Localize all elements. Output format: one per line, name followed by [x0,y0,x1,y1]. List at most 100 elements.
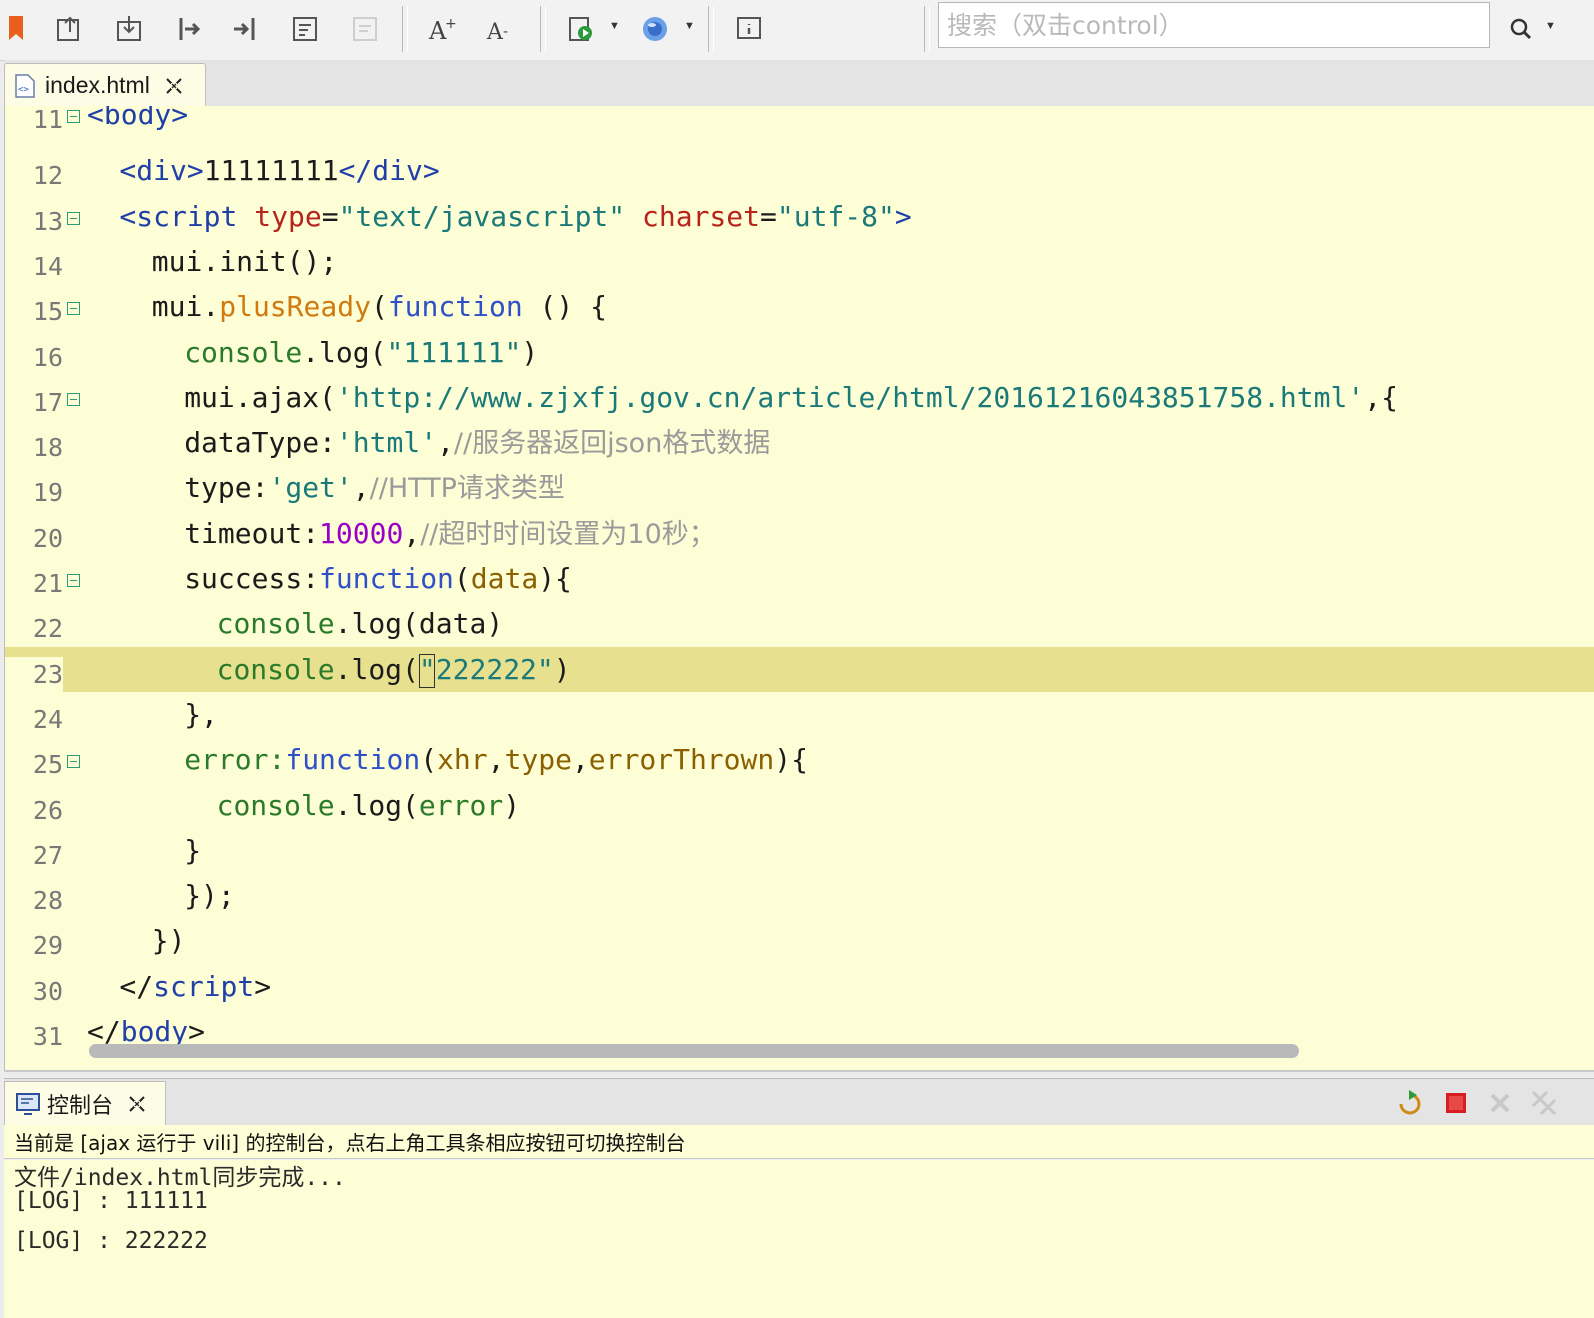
code-line[interactable]: 15 mui.plusReady(function () { [5,284,1594,329]
browser-icon[interactable] [638,12,672,46]
code-line[interactable]: 17 mui.ajax('http://www.zjxfj.gov.cn/arti… [5,375,1594,420]
format-icon[interactable] [288,12,322,46]
code-line[interactable]: 30 </script> [5,964,1594,1009]
console-output-line: [LOG] : 222222 [14,1228,208,1254]
code-text: <div>11111111</div> [119,148,439,193]
code-line[interactable]: 22 console.log(data) [5,601,1594,646]
run-icon[interactable] [564,12,598,46]
code-token: script [153,969,255,1003]
code-line[interactable]: 28}); [5,873,1594,918]
code-line[interactable]: 24}, [5,692,1594,737]
code-token: error: [184,743,286,777]
close-icon[interactable] [127,1094,147,1114]
browser-dropdown-chevron-down-icon[interactable]: ▼ [684,20,695,32]
font-increase-icon[interactable]: A + [426,12,460,46]
code-token: }) [151,924,186,958]
code-token: mui.init(); [151,244,338,278]
code-line[interactable]: 19 type:'get',//HTTP请求类型 [5,465,1594,510]
tab-console[interactable]: 控制台 [4,1081,166,1125]
remove-all-icon[interactable] [1528,1087,1560,1119]
fold-toggle-icon[interactable] [67,110,80,123]
code-text: mui.plusReady(function () { [152,284,607,329]
font-decrease-icon[interactable]: A- [484,12,518,46]
console-output[interactable]: 文件/index.html同步完成... [LOG] : 111111 [LOG… [4,1160,1594,1318]
fold-toggle-icon[interactable] [67,755,80,769]
code-token: .log( [334,788,419,822]
fold-toggle-icon[interactable] [67,392,80,406]
code-text: timeout:10000,//超时时间设置为10秒； [184,511,716,556]
code-line[interactable]: 11 <body> [5,106,1594,137]
code-line[interactable]: 20 timeout:10000,//超时时间设置为10秒； [5,511,1594,556]
code-text: }); [184,873,235,918]
code-token: ) [521,335,539,369]
bookmark-icon[interactable] [0,12,34,46]
code-token: }); [184,879,235,913]
code-line[interactable]: 18 dataType:'html',//服务器返回json格式数据 [5,420,1594,465]
console-output-line: [LOG] : 111111 [14,1188,208,1214]
step-into-icon[interactable] [172,12,206,46]
code-token: <script [119,199,238,233]
tab-index-html[interactable]: <> index.html [4,63,206,107]
code-text: </script> [119,964,271,1009]
code-line[interactable]: 16 console.log("111111") [5,330,1594,375]
code-token: ,{ [1364,380,1398,414]
close-icon[interactable] [164,76,184,96]
code-token: mui. [151,290,220,324]
code-line[interactable]: 26 console.log(error) [5,783,1594,828]
code-token: 11111111 [203,154,339,188]
line-number: 30 [32,976,63,1006]
export-icon[interactable] [52,12,86,46]
info-icon[interactable] [732,12,766,46]
code-editor[interactable]: 11 <body> 12 <div>11111111</div> 13 <script t… [4,106,1594,1072]
code-line[interactable]: 13 <script type="text/javascript" charset… [5,194,1594,239]
magnifier-icon[interactable] [1504,12,1538,46]
code-token: .log( [302,335,387,369]
code-line[interactable]: 27} [5,828,1594,873]
import-icon[interactable] [112,12,146,46]
code-token: console [184,335,303,369]
disabled-doc-icon[interactable] [348,12,382,46]
code-text: } [184,828,201,873]
code-line[interactable]: 21 success:function(data){ [5,556,1594,601]
code-line[interactable]: 25 error:function(xhr,type,errorThrown){ [5,737,1594,782]
relaunch-icon[interactable] [1394,1087,1426,1119]
code-token: </div> [338,154,440,188]
line-number: 19 [32,478,63,508]
code-token: charset [625,199,760,233]
code-token: ) [553,652,571,686]
code-token: 'html' [335,426,438,460]
code-token: = [321,199,339,233]
remove-icon[interactable] [1484,1087,1516,1119]
code-line-current[interactable]: 23 console.log("222222") [5,646,1594,692]
console-tab-bar: 控制台 [4,1078,1594,1126]
svg-text:-: - [503,24,508,40]
line-number: 17 [32,387,63,417]
line-number: 12 [32,161,63,191]
search-input[interactable] [939,3,1489,47]
svg-text:+: + [445,16,457,32]
code-token: > [894,199,912,233]
code-line[interactable]: 12 <div>11111111</div> [5,148,1594,193]
toolbar-separator [924,6,930,52]
code-token: } [184,833,202,867]
fold-toggle-icon[interactable] [67,302,80,316]
editor-tab-bar: <> index.html [4,60,1594,107]
fold-toggle-icon[interactable] [67,211,80,225]
code-token: //服务器返回json格式数据 [453,428,771,460]
stop-icon[interactable] [1440,1087,1472,1119]
svg-text:<>: <> [18,85,29,95]
fold-toggle-icon[interactable] [67,574,80,587]
code-token: ){ [538,562,572,595]
code-token: </ [119,969,154,1003]
toolbar-separator [540,6,546,52]
console-output-line: 文件/index.html同步完成... [14,1165,346,1191]
step-out-icon[interactable] [228,12,262,46]
search-dropdown-chevron-down-icon[interactable]: ▼ [1545,20,1556,32]
console-monitor-icon [15,1092,41,1116]
horizontal-scrollbar[interactable] [89,1044,1299,1058]
code-text: console.log(error) [217,783,520,828]
run-dropdown-chevron-down-icon[interactable]: ▼ [609,20,620,32]
code-line[interactable]: 14 mui.init(); [5,239,1594,284]
code-line[interactable]: 29}) [5,918,1594,963]
code-token: console [216,788,335,822]
